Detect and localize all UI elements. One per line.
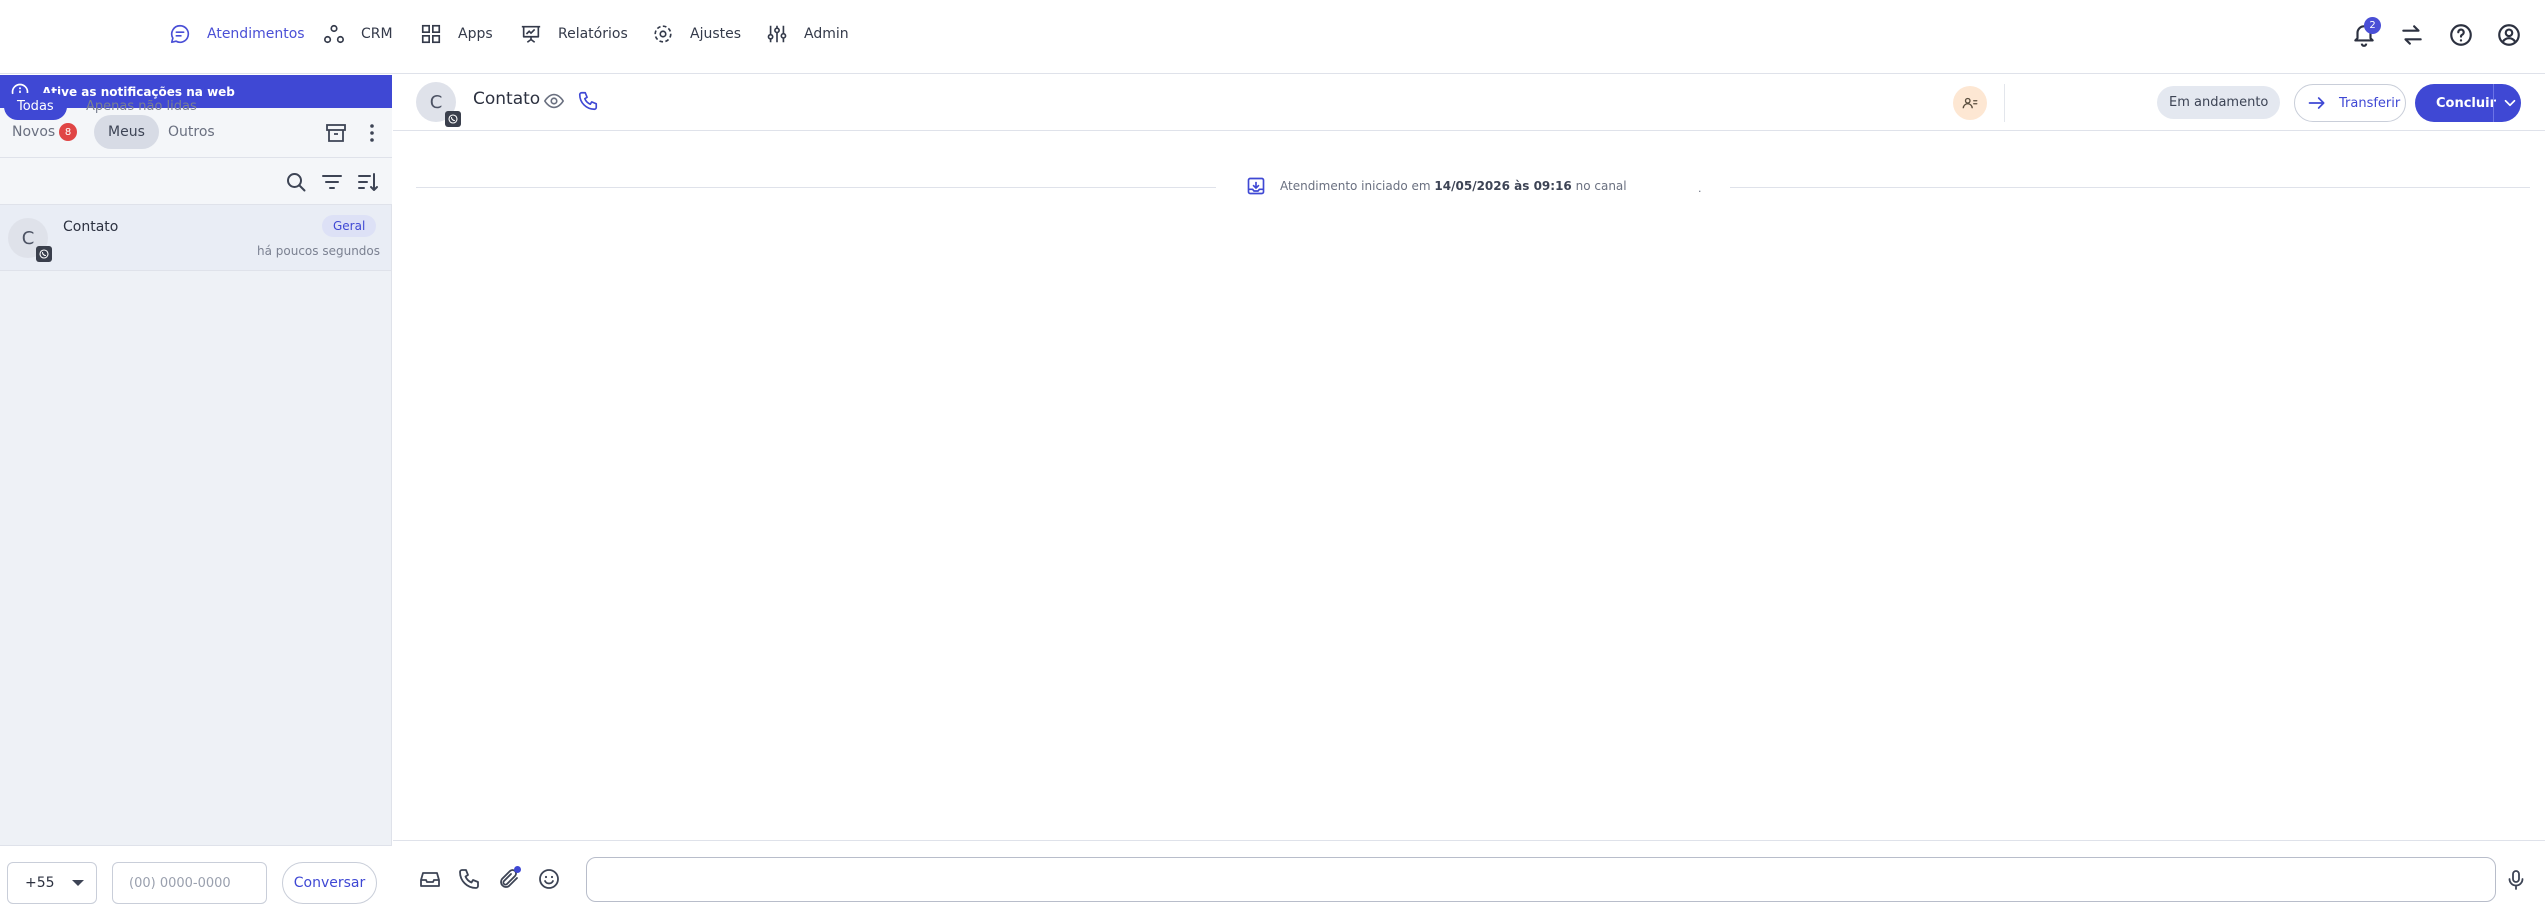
- notification-count-badge: 2: [2364, 17, 2381, 34]
- top-navigation: Atendimentos CRM Apps Relatórios Ajustes…: [0, 0, 2545, 74]
- attachment-indicator-dot: [514, 866, 521, 873]
- nav-label: Apps: [458, 26, 493, 42]
- sliders-icon: [767, 25, 787, 43]
- message-input[interactable]: [586, 857, 2496, 902]
- whatsapp-icon: [39, 249, 49, 259]
- whatsapp-channel-badge: [445, 111, 461, 127]
- filter-icon[interactable]: [320, 170, 344, 194]
- contact-name[interactable]: Contato: [473, 89, 540, 109]
- system-message: Atendimento iniciado em 14/05/2026 às 09…: [1246, 176, 1627, 196]
- chat-bubble-icon: [170, 24, 190, 44]
- user-circle-icon[interactable]: [2496, 22, 2522, 48]
- conversation-time: há poucos segundos: [257, 244, 381, 258]
- nav-relatorios[interactable]: Relatórios: [520, 22, 628, 46]
- phone-number-input[interactable]: [112, 862, 267, 904]
- system-message-suffix: no canal: [1575, 179, 1627, 193]
- button-split-divider: [2493, 84, 2494, 122]
- nav-label: Ajustes: [690, 26, 742, 42]
- novos-count-badge: 8: [59, 123, 77, 141]
- gear-icon: [654, 25, 672, 43]
- country-code-select[interactable]: +55: [7, 862, 97, 904]
- crm-nodes-icon: [324, 24, 344, 44]
- banner-text: Ative as notificações na web: [42, 84, 235, 99]
- system-message-datetime: 14/05/2026 às 09:16: [1434, 179, 1572, 193]
- tab-novos[interactable]: Novos: [12, 124, 55, 140]
- nav-label: Atendimentos: [207, 26, 305, 42]
- header-divider: [2004, 84, 2005, 122]
- nav-ajustes[interactable]: Ajustes: [652, 22, 741, 46]
- tab-meus[interactable]: Meus: [94, 115, 159, 149]
- arrow-right-icon: [2308, 97, 2325, 109]
- search-icon[interactable]: [284, 170, 308, 194]
- divider-line: [1730, 187, 2530, 188]
- sort-icon[interactable]: [356, 170, 380, 194]
- chat-messages-area: [393, 131, 2545, 840]
- phone-icon[interactable]: [457, 867, 481, 891]
- assigned-agent-button[interactable]: [1953, 86, 1987, 120]
- conversation-tag: Geral: [322, 215, 377, 237]
- system-message-text: Atendimento iniciado em 14/05/2026 às 09…: [1280, 179, 1627, 193]
- archive-icon[interactable]: [324, 121, 348, 145]
- whatsapp-icon: [448, 114, 458, 124]
- nav-atendimentos[interactable]: Atendimentos: [169, 22, 305, 46]
- nav-label: Admin: [804, 26, 849, 42]
- chevron-down-icon[interactable]: [2501, 94, 2519, 112]
- nav-label: CRM: [361, 26, 393, 42]
- status-badge: Em andamento: [2157, 86, 2281, 119]
- whatsapp-channel-badge: [36, 246, 52, 262]
- country-code-value: +55: [25, 875, 55, 891]
- eye-icon[interactable]: [543, 90, 565, 112]
- user-list-icon: [1962, 97, 1978, 109]
- microphone-icon[interactable]: [2504, 868, 2528, 892]
- start-conversation-button[interactable]: Conversar: [282, 862, 377, 904]
- nav-apps[interactable]: Apps: [420, 22, 493, 46]
- filter-unread-chip[interactable]: Apenas não lidas: [86, 99, 197, 114]
- transfer-label: Transferir: [2339, 95, 2401, 111]
- conversation-contact-name: Contato: [63, 219, 119, 235]
- inbox-download-icon: [1247, 177, 1265, 195]
- apps-grid-icon: [421, 24, 441, 44]
- divider-line: [416, 187, 1216, 188]
- system-message-trailing: .: [1698, 182, 1702, 195]
- filter-all-chip[interactable]: Todas: [4, 93, 67, 120]
- transfer-button[interactable]: Transferir: [2294, 84, 2406, 122]
- conclude-label: Concluir: [2436, 95, 2497, 111]
- quick-replies-icon[interactable]: [418, 867, 442, 891]
- nav-admin[interactable]: Admin: [766, 22, 849, 46]
- tab-outros[interactable]: Outros: [168, 124, 215, 140]
- nav-crm[interactable]: CRM: [323, 22, 393, 46]
- emoji-icon[interactable]: [537, 867, 561, 891]
- conversations-sidebar: Ative as notificações na web: [0, 75, 392, 918]
- conclude-button[interactable]: Concluir: [2415, 84, 2521, 122]
- more-vertical-icon[interactable]: [360, 121, 384, 145]
- swap-arrows-icon[interactable]: [2399, 22, 2425, 48]
- chevron-down-icon: [72, 880, 84, 886]
- help-circle-icon[interactable]: [2448, 22, 2474, 48]
- presentation-chart-icon: [521, 25, 541, 43]
- nav-label: Relatórios: [558, 26, 628, 42]
- system-message-prefix: Atendimento iniciado em: [1280, 179, 1431, 193]
- phone-icon[interactable]: [577, 90, 599, 112]
